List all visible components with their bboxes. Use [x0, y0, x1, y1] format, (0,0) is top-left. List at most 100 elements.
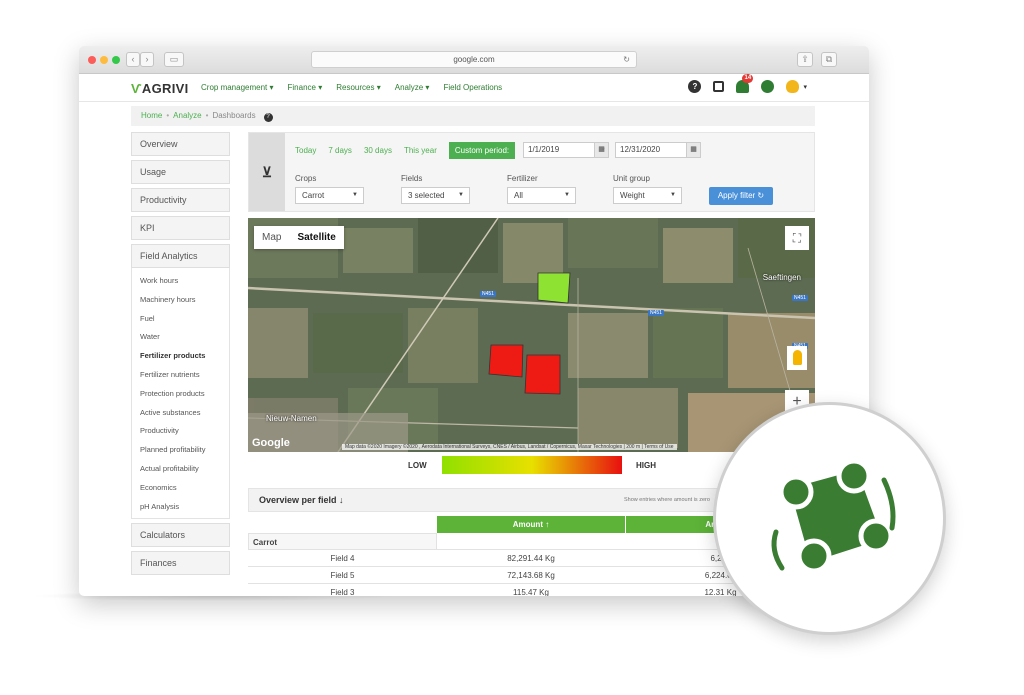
user-avatar-icon[interactable]: [786, 80, 800, 93]
notification-badge: 14: [742, 74, 754, 83]
sidebar: Overview Usage Productivity KPI Field An…: [131, 132, 230, 579]
road-label: N451: [480, 291, 496, 297]
address-bar[interactable]: google.com ↻: [311, 51, 637, 68]
apply-filter-button[interactable]: Apply filter ↻: [709, 187, 773, 205]
clear-filter-icon[interactable]: ⊻: [249, 133, 285, 211]
fertilizer-label: Fertilizer: [507, 174, 538, 183]
sidebar-item-machinery-hours[interactable]: Machinery hours: [140, 291, 229, 310]
app-navbar: ѴAGRIVI Crop management ▾ Finance ▾ Reso…: [79, 74, 869, 102]
legend-gradient-bar: [442, 456, 622, 474]
period-custom[interactable]: Custom period:: [448, 142, 516, 159]
group-label: Carrot: [248, 533, 437, 550]
sidebar-item-fertilizer-products[interactable]: Fertilizer products: [140, 347, 229, 366]
sidebar-item-fertilizer-nutrients[interactable]: Fertilizer nutrients: [140, 366, 229, 385]
amount-cell: 115.47 Kg: [513, 588, 549, 596]
sidebar-productivity[interactable]: Productivity: [131, 188, 230, 212]
sidebar-item-active-substances[interactable]: Active substances: [140, 404, 229, 423]
period-this-year[interactable]: This year: [404, 146, 437, 155]
sidebar-item-actual-profitability[interactable]: Actual profitability: [140, 460, 229, 479]
url-text: google.com: [453, 55, 495, 64]
user-menu-caret-icon[interactable]: ▾: [803, 83, 807, 91]
date-to-input[interactable]: 12/31/2020 ▦: [615, 142, 701, 158]
agrivi-logo[interactable]: ѴAGRIVI: [131, 81, 189, 96]
sidebar-item-ph-analysis[interactable]: pH Analysis: [140, 498, 229, 517]
maximize-window-button[interactable]: [112, 56, 120, 64]
calendar-icon[interactable]: ▦: [594, 143, 608, 157]
field-polygon-icon: [771, 458, 896, 574]
street-view-pegman-icon[interactable]: [787, 346, 807, 370]
sidebar-item-planned-profitability[interactable]: Planned profitability: [140, 441, 229, 460]
sidebar-item-productivity[interactable]: Productivity: [140, 422, 229, 441]
help-icon[interactable]: ?: [263, 113, 273, 122]
calendar-icon[interactable]: ▦: [686, 143, 700, 157]
map-tab-map[interactable]: Map: [254, 226, 289, 249]
notification-bell-icon[interactable]: 14: [736, 74, 754, 93]
chat-icon[interactable]: [761, 80, 775, 93]
period-30-days[interactable]: 30 days: [364, 146, 392, 155]
fullscreen-icon[interactable]: ⛶: [785, 226, 809, 250]
nav-resources[interactable]: Resources ▾: [336, 83, 381, 92]
caret-down-icon: ▼: [458, 192, 464, 198]
date-from-input[interactable]: 1/1/2019 ▦: [523, 142, 609, 158]
field-analytics-list: Work hours Machinery hours Fuel Water Fe…: [131, 268, 230, 520]
sidebar-item-water[interactable]: Water: [140, 328, 229, 347]
breadcrumb-home[interactable]: Home: [141, 111, 162, 120]
sidebar-item-economics[interactable]: Economics: [140, 479, 229, 498]
map-attribution: Map data ©2020 Imagery ©2020 , Aerodata …: [342, 444, 677, 450]
sidebar-field-analytics[interactable]: Field Analytics: [131, 244, 230, 268]
sidebar-item-work-hours[interactable]: Work hours: [140, 272, 229, 291]
field-polygon-high[interactable]: [524, 354, 561, 395]
satellite-map[interactable]: Map Satellite ⛶ Saeftingen Nieuw-Namen N…: [248, 218, 815, 452]
calendar-icon[interactable]: [713, 81, 725, 92]
nav-analyze[interactable]: Analyze ▾: [395, 83, 430, 92]
caret-down-icon: ▼: [352, 192, 358, 198]
caret-down-icon: ▼: [564, 192, 570, 198]
map-tab-satellite[interactable]: Satellite: [289, 226, 343, 249]
place-label-saeftingen: Saeftingen: [762, 273, 801, 282]
legend-high-label: HIGH: [636, 461, 656, 470]
filter-panel: ⊻ Today 7 days 30 days This year Custom …: [248, 132, 815, 212]
leaf-icon: Ѵ: [131, 81, 142, 96]
nav-field-operations[interactable]: Field Operations: [443, 83, 502, 92]
map-type-toggle: Map Satellite: [254, 226, 344, 249]
back-icon[interactable]: ‹: [126, 52, 140, 67]
close-window-button[interactable]: [88, 56, 96, 64]
minimize-window-button[interactable]: [100, 56, 108, 64]
nav-finance[interactable]: Finance ▾: [288, 83, 323, 92]
amount-cell: 72,143.68 Kg: [507, 571, 555, 580]
fertilizer-select[interactable]: All ▼: [507, 187, 576, 204]
field-polygon-high[interactable]: [488, 344, 524, 378]
table-row: Field 3 115.47 Kg 12.31 Kg: [248, 584, 815, 596]
breadcrumb-current: Dashboards: [212, 111, 256, 120]
legend-low-label: LOW: [408, 461, 427, 470]
date-range-separator: -: [602, 144, 605, 153]
tabs-icon[interactable]: ⧉: [821, 52, 837, 67]
period-today[interactable]: Today: [295, 146, 316, 155]
forward-icon[interactable]: ›: [140, 52, 154, 67]
share-icon[interactable]: ⇪: [797, 52, 813, 67]
field-name-cell: Field 4: [330, 554, 355, 563]
field-polygon-low[interactable]: [537, 272, 571, 304]
help-icon[interactable]: ?: [688, 80, 702, 93]
reload-icon[interactable]: ↻: [623, 52, 630, 67]
period-7-days[interactable]: 7 days: [328, 146, 352, 155]
sidebar-item-fuel[interactable]: Fuel: [140, 310, 229, 329]
show-zero-entries-label[interactable]: Show entries where amount is zero: [624, 497, 710, 503]
column-header-amount[interactable]: Amount ↑: [437, 516, 625, 533]
sidebar-kpi[interactable]: KPI: [131, 216, 230, 240]
road-label: N451: [792, 295, 808, 301]
sidebar-overview[interactable]: Overview: [131, 132, 230, 156]
caret-down-icon: ▼: [670, 192, 676, 198]
crops-select[interactable]: Carrot ▼: [295, 187, 364, 204]
fields-select[interactable]: 3 selected ▼: [401, 187, 470, 204]
overview-title[interactable]: Overview per field ↓: [259, 495, 344, 505]
sidebar-item-protection-products[interactable]: Protection products: [140, 385, 229, 404]
satellite-imagery: [248, 218, 815, 452]
sidebar-finances[interactable]: Finances: [131, 551, 230, 576]
nav-crop-management[interactable]: Crop management ▾: [201, 83, 274, 92]
sidebar-calculators[interactable]: Calculators: [131, 523, 230, 548]
sidebar-usage[interactable]: Usage: [131, 160, 230, 184]
unit-group-select[interactable]: Weight ▼: [613, 187, 682, 204]
breadcrumb-analyze[interactable]: Analyze: [173, 111, 201, 120]
sidebar-toggle-icon[interactable]: ▭: [164, 52, 184, 67]
